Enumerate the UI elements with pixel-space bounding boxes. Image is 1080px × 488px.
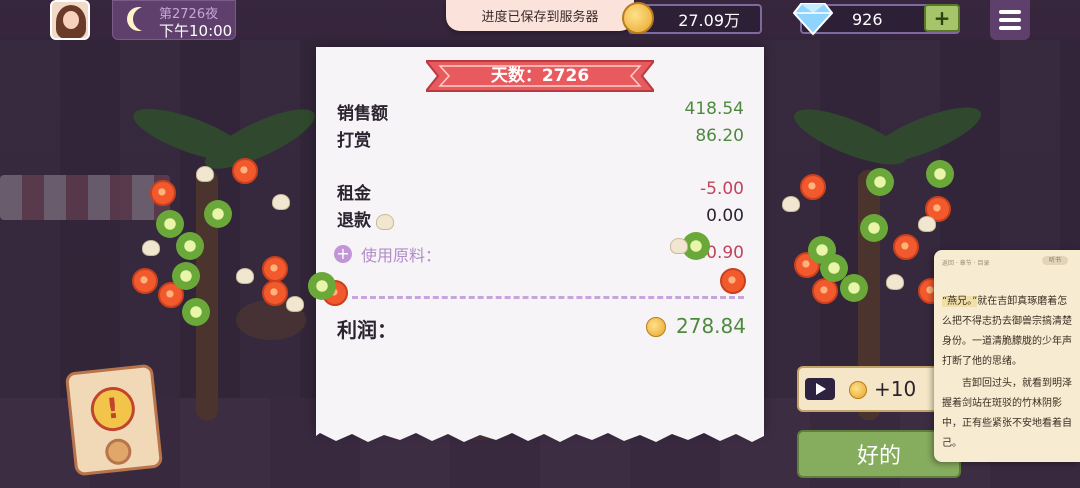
expand-ingredients-button[interactable]: + [334,245,352,263]
tomato-icon [150,180,176,206]
save-toast: 进度已保存到服务器 [446,0,634,31]
day-banner-title: 天数：2726 [490,66,590,86]
receipt-divider [352,296,744,299]
ad-reward-amount: +10 [874,377,917,401]
money-value: 27.09万 [678,11,740,30]
sales-value: 418.54 [684,99,744,119]
highlighted-quote: “燕兄。” [942,296,978,307]
play-video-icon [805,378,835,400]
pepper-icon [866,168,894,196]
pepper-icon [156,210,184,238]
buy-gems-button[interactable]: + [924,4,960,32]
garlic-icon [376,214,394,230]
tomato-icon [262,280,288,306]
garlic-icon [286,296,304,312]
garlic-icon [782,196,800,212]
garlic-icon [196,166,214,182]
tips-label: 打赏 [337,131,371,151]
refund-label: 退款 [337,211,371,231]
ingredients-label: 使用原料： [361,246,442,265]
moon-icon [133,7,157,31]
menu-icon [999,10,1021,14]
pepper-icon [176,232,204,260]
pepper-icon [308,272,336,300]
garlic-icon [886,274,904,290]
pepper-icon [860,214,888,242]
day-time-panel: 第2726夜 下午10:00 [112,0,236,40]
pepper-icon [204,200,232,228]
tomato-icon [800,174,826,200]
player-avatar[interactable] [50,0,90,40]
tomato-icon [262,256,288,282]
reader-toolbar[interactable]: 返回 · 章节 · 目录 [942,258,989,267]
menu-button[interactable] [990,0,1030,40]
coin-icon [646,317,666,337]
sales-label: 销售额 [337,104,388,124]
garlic-icon [142,240,160,256]
tomato-icon [132,268,158,294]
garlic-icon [918,216,936,232]
pepper-icon [840,274,868,302]
coin-icon [622,2,654,34]
coin-icon [849,381,867,399]
tomato-icon [893,234,919,260]
exclamation-icon: ! [88,384,138,434]
diamond-icon [793,3,833,36]
reader-overlay[interactable]: 返回 · 章节 · 目录 听书 “燕兄。”就在吉卸真琢磨着怎么把不得志扔去御兽宗… [934,250,1080,462]
garlic-icon [670,238,688,254]
notice-card[interactable]: ! [64,363,164,477]
reader-paragraph-1: “燕兄。”就在吉卸真琢磨着怎么把不得志扔去御兽宗搞清楚身份。一道清脆朦胧的少年声… [942,292,1074,372]
garlic-icon [272,194,290,210]
refund-value: 0.00 [706,206,744,226]
tomato-icon [720,268,746,294]
profit-value: 278.84 [676,314,746,338]
pepper-icon [926,160,954,188]
pepper-icon [182,298,210,326]
receipt-torn-edge [316,430,764,442]
profit-label: 利润： [337,318,397,342]
reader-paragraph-2: 吉卸回过头，就看到明泽握着剑站在斑驳的竹林阴影中，正有些紧张不安地看着自己。 [942,378,1072,449]
listen-button[interactable]: 听书 [1042,256,1068,265]
garlic-icon [236,268,254,284]
badge-icon [104,437,133,467]
rent-label: 租金 [337,184,371,204]
tips-value: 86.20 [695,126,744,146]
rent-value: -5.00 [700,179,744,199]
game-clock: 下午10:00 [159,22,233,40]
pepper-icon [172,262,200,290]
tomato-icon [232,158,258,184]
